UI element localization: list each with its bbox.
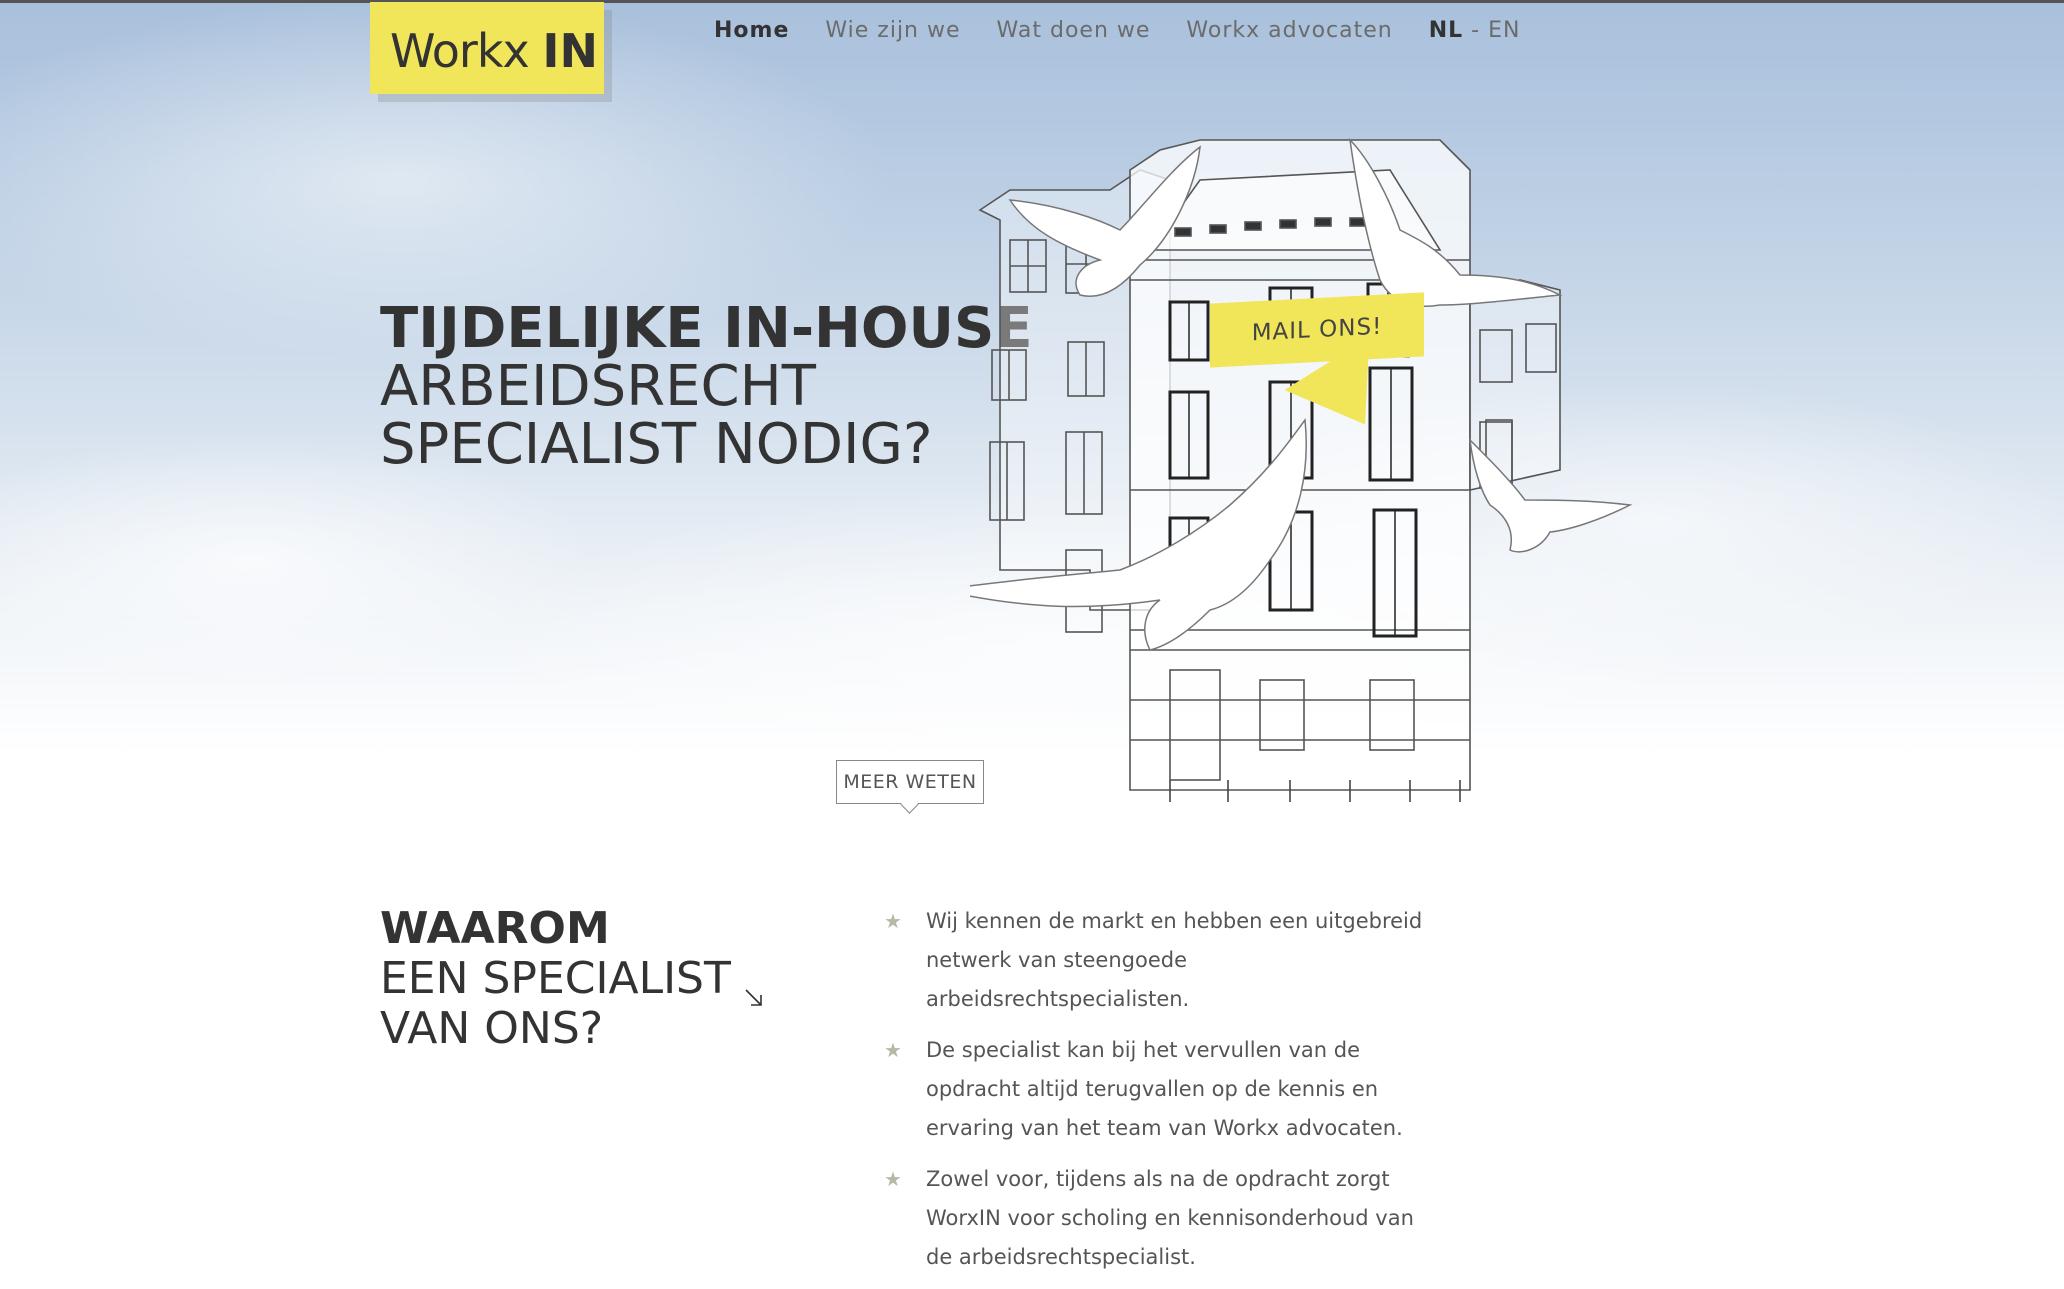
- arrow-down-right-icon: [745, 989, 762, 1006]
- nav-item-wie-zijn-we[interactable]: Wie zijn we: [825, 18, 960, 43]
- logo-regular: Workx: [390, 24, 530, 78]
- nav-item-home[interactable]: Home: [714, 18, 789, 43]
- nav-item-wat-doen-we[interactable]: Wat doen we: [997, 18, 1151, 43]
- why-heading-line3: VAN ONS?: [380, 1003, 604, 1054]
- list-item: ★ Wij kennen de markt en hebben een uitge…: [884, 902, 1444, 1019]
- star-icon: ★: [884, 1167, 902, 1191]
- mail-ons-button[interactable]: MAIL ONS!: [1210, 292, 1424, 368]
- why-heading-bold: WAAROM: [380, 903, 610, 954]
- lang-separator: -: [1463, 18, 1489, 43]
- why-heading-line2: EEN SPECIALIST: [380, 953, 731, 1004]
- list-item: ★ De specialist kan bij het vervullen van…: [884, 1031, 1444, 1148]
- why-heading: WAAROM EEN SPECIALIST VAN ONS?: [380, 904, 731, 1054]
- star-icon: ★: [884, 909, 902, 933]
- nav-item-workx-advocaten[interactable]: Workx advocaten: [1186, 18, 1392, 43]
- star-icon: ★: [884, 1038, 902, 1062]
- hero-title-line2: ARBEIDSRECHT: [380, 354, 816, 419]
- reason-text: Zowel voor, tijdens als na de opdracht z…: [926, 1167, 1414, 1269]
- logo-text: Workx IN: [390, 24, 598, 78]
- hero-title: TIJDELIJKE IN-HOUSE ARBEIDSRECHT SPECIAL…: [380, 300, 1033, 474]
- reason-text: De specialist kan bij het vervullen van …: [926, 1038, 1403, 1140]
- top-border: [0, 0, 2064, 3]
- meer-weten-button[interactable]: MEER WETEN: [836, 760, 984, 804]
- lang-en[interactable]: EN: [1488, 18, 1520, 43]
- hero-title-bold: TIJDELIJKE IN-HOUSE: [380, 296, 1033, 361]
- reasons-list: ★ Wij kennen de markt en hebben een uitge…: [884, 902, 1444, 1289]
- logo-bold: IN: [542, 24, 598, 78]
- lang-nl[interactable]: NL: [1429, 18, 1463, 43]
- main-nav: Home Wie zijn we Wat doen we Workx advoc…: [714, 18, 1520, 43]
- reason-text: Wij kennen de markt en hebben een uitgeb…: [926, 909, 1423, 1011]
- list-item: ★ Zowel voor, tijdens als na de opdracht …: [884, 1160, 1444, 1277]
- language-switcher: NL - EN: [1429, 18, 1521, 43]
- hero-title-line3: SPECIALIST NODIG?: [380, 412, 933, 477]
- logo[interactable]: Workx IN: [370, 2, 604, 94]
